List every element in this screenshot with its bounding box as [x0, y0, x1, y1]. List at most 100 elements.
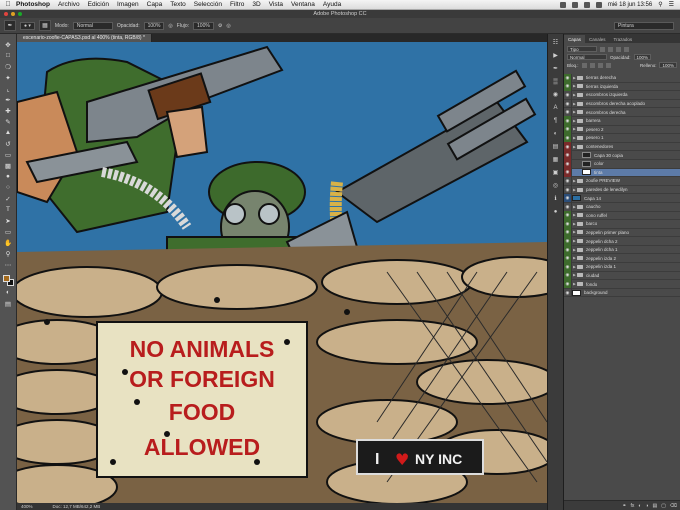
visibility-eye-icon[interactable]: ◉: [564, 271, 572, 280]
flow-field[interactable]: 100%: [193, 21, 214, 30]
opacity-field[interactable]: 100%: [143, 21, 165, 30]
visibility-eye-icon[interactable]: ◉: [564, 133, 572, 143]
menu-vista[interactable]: Vista: [269, 1, 283, 8]
visibility-eye-icon[interactable]: ◉: [564, 116, 572, 126]
layer-row[interactable]: ◉ ▶ zeppelin dcha 2: [564, 236, 680, 246]
visibility-eye-icon[interactable]: ◉: [564, 219, 572, 229]
filter-kind-select[interactable]: Tipo: [567, 46, 597, 52]
zoom-window-button[interactable]: [18, 12, 22, 16]
layer-row[interactable]: ◉ ▶ zeppelin dcha 1: [564, 245, 680, 255]
tab-trazados[interactable]: Trazados: [610, 35, 637, 43]
menu-seleccion[interactable]: Selección: [194, 1, 222, 8]
wifi-icon[interactable]: [571, 1, 578, 8]
visibility-eye-icon[interactable]: ◉: [564, 253, 572, 263]
swatches-icon[interactable]: ▦: [551, 155, 560, 164]
quick-mask-icon[interactable]: ◐: [3, 288, 13, 297]
clock[interactable]: mié 18 jun 13:56: [608, 2, 652, 8]
menu-ayuda[interactable]: Ayuda: [323, 1, 341, 8]
clone-source-icon[interactable]: ◉: [551, 90, 560, 99]
lock-position-icon[interactable]: [597, 62, 603, 68]
search-icon[interactable]: ⚲: [658, 1, 662, 8]
properties-icon[interactable]: ▤: [551, 142, 560, 151]
layer-row[interactable]: ◉ ▶ barrera: [564, 116, 680, 126]
document-size[interactable]: Doc: 12,7 MB/642,2 MB: [53, 504, 101, 509]
move-tool-icon[interactable]: ✥: [3, 40, 13, 49]
brush-panel-toggle-icon[interactable]: ▦: [38, 20, 51, 31]
menu-capa[interactable]: Capa: [147, 1, 163, 8]
info-icon[interactable]: ℹ: [551, 194, 560, 203]
blur-tool-icon[interactable]: ●: [3, 172, 13, 181]
pen-tool-icon[interactable]: ✓: [3, 194, 13, 203]
menu-archivo[interactable]: Archivo: [58, 1, 80, 8]
layer-row[interactable]: ◉ tinta: [564, 168, 680, 178]
screen-mode-icon[interactable]: ▤: [3, 299, 13, 308]
layer-row[interactable]: ◉ ▶ cono ruffel: [564, 211, 680, 221]
path-select-tool-icon[interactable]: ➤: [3, 216, 13, 225]
filter-type-icon[interactable]: [616, 46, 621, 52]
shape-tool-icon[interactable]: ▭: [3, 227, 13, 236]
layer-row[interactable]: ◉ ▶ escombros izquierda: [564, 90, 680, 100]
visibility-eye-icon[interactable]: ◉: [564, 125, 572, 134]
layer-row[interactable]: ◉ ▶ ciudad: [564, 271, 680, 281]
workspace-select[interactable]: Pintura: [614, 21, 674, 30]
visibility-eye-icon[interactable]: ◉: [564, 90, 572, 100]
layer-row[interactable]: ◉ Capa 14: [564, 193, 680, 203]
close-window-button[interactable]: [4, 12, 8, 16]
type-tool-icon[interactable]: T: [3, 205, 13, 214]
layer-row[interactable]: ◉ ▶ zeppelin izda 1: [564, 262, 680, 272]
visibility-eye-icon[interactable]: ◉: [564, 159, 572, 169]
layer-row[interactable]: ◉ ▶ caucho: [564, 202, 680, 212]
brush-presets-icon[interactable]: ▒: [551, 77, 560, 86]
healing-tool-icon[interactable]: ✚: [3, 106, 13, 115]
gradient-tool-icon[interactable]: ▩: [3, 161, 13, 170]
visibility-eye-icon[interactable]: ◉: [564, 99, 572, 108]
layer-row[interactable]: ◉ ▶ zeppelin primer plano: [564, 228, 680, 238]
marquee-tool-icon[interactable]: □: [3, 51, 13, 60]
layer-row[interactable]: ◉ ▶ contenedores: [564, 142, 680, 152]
visibility-eye-icon[interactable]: ◉: [564, 185, 572, 194]
color-panel-icon[interactable]: ●: [551, 207, 560, 216]
eraser-tool-icon[interactable]: ▭: [3, 150, 13, 159]
menu-3d[interactable]: 3D: [252, 1, 260, 8]
brush-tool-icon[interactable]: ✎: [3, 117, 13, 126]
visibility-eye-icon[interactable]: ◉: [564, 142, 572, 151]
visibility-eye-icon[interactable]: ◉: [564, 193, 572, 203]
layer-row[interactable]: ◉ ▶ barco: [564, 219, 680, 229]
menu-imagen[interactable]: Imagen: [117, 1, 139, 8]
layer-row[interactable]: ◉ ▶ escombros derecha: [564, 107, 680, 117]
document-canvas[interactable]: NO ANIMALS OR FOREIGN FOOD ALLOWED I ♥ N…: [17, 42, 547, 503]
new-layer-icon[interactable]: ▢: [661, 503, 666, 509]
add-mask-icon[interactable]: ◐: [638, 503, 641, 509]
adjustment-layer-icon[interactable]: ◑: [645, 503, 648, 509]
quick-select-tool-icon[interactable]: ✦: [3, 73, 13, 82]
visibility-eye-icon[interactable]: ◉: [564, 262, 572, 272]
actions-panel-icon[interactable]: ▶: [551, 51, 560, 60]
layer-row[interactable]: ◉ ▶ tierras izquierda: [564, 82, 680, 92]
visibility-eye-icon[interactable]: ◉: [564, 236, 572, 246]
layer-row[interactable]: ◉ ▶ zeppelin izda 2: [564, 253, 680, 264]
navigator-icon[interactable]: ◎: [551, 181, 560, 190]
dodge-tool-icon[interactable]: ○: [3, 183, 13, 192]
zoom-level[interactable]: 400%: [21, 504, 33, 509]
apple-icon[interactable]: : [0, 1, 16, 8]
adjustments-icon[interactable]: ◐: [551, 129, 560, 138]
brush-panel-icon[interactable]: ✒: [551, 64, 560, 73]
pressure-size-icon[interactable]: ◎: [226, 23, 230, 29]
visibility-eye-icon[interactable]: ◉: [564, 245, 572, 254]
menu-texto[interactable]: Texto: [170, 1, 186, 8]
visibility-eye-icon[interactable]: ◉: [564, 73, 572, 83]
layer-row[interactable]: ◉ ▶ fondo: [564, 279, 680, 289]
stamp-tool-icon[interactable]: ▲: [3, 128, 13, 137]
pressure-opacity-icon[interactable]: ◎: [168, 23, 172, 29]
layer-row[interactable]: ◉ ▶ zoofie PREVIEW: [564, 176, 680, 186]
fill-field[interactable]: 100%: [659, 62, 677, 68]
visibility-eye-icon[interactable]: ◉: [564, 228, 572, 237]
visibility-eye-icon[interactable]: ◉: [564, 150, 572, 160]
more-tools-icon[interactable]: ⋯: [3, 260, 13, 269]
layer-style-icon[interactable]: fx: [631, 503, 635, 509]
filter-adjust-icon[interactable]: [608, 46, 613, 52]
layer-row[interactable]: ◉ ▶ tierras derecha: [564, 73, 680, 83]
delete-layer-icon[interactable]: ⌫: [670, 503, 677, 509]
lock-all-icon[interactable]: [605, 62, 611, 68]
menu-edicion[interactable]: Edición: [88, 1, 109, 8]
